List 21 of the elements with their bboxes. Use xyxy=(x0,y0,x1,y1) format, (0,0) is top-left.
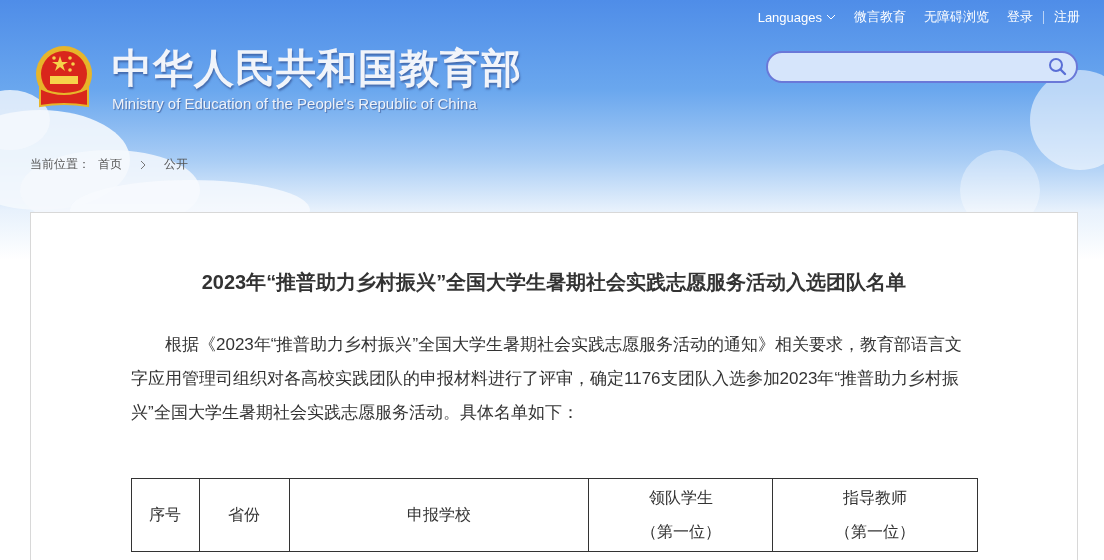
table-header-cell: 指导教师 （第一位） xyxy=(772,478,978,552)
search-field[interactable] xyxy=(766,51,1078,83)
caret-icon xyxy=(826,14,836,20)
table-header-cell: 领队学生 （第一位） xyxy=(588,478,773,552)
table-header-cell: 申报学校 xyxy=(289,478,589,552)
nav-link[interactable]: 注册 xyxy=(1054,8,1080,26)
languages-menu[interactable]: Languages xyxy=(757,9,836,25)
table-header-cell: 序号 xyxy=(131,478,200,552)
breadcrumb-link[interactable]: 公开 xyxy=(164,156,188,173)
search-icon[interactable] xyxy=(1048,57,1068,77)
nav-link[interactable]: 微言教育 xyxy=(854,8,906,26)
breadcrumb-label: 当前位置： xyxy=(30,156,90,173)
site-subtitle: Ministry of Education of the People's Republic of China xyxy=(112,94,478,112)
article-title: 2023年“推普助力乡村振兴”全国大学生暑期社会实践志愿服务活动入选团队名单 xyxy=(200,270,908,295)
chevron-icon xyxy=(140,159,146,170)
table-header-cell: 省份 xyxy=(199,478,290,552)
site-title: 中华人民共和国教育部 xyxy=(112,44,522,91)
breadcrumb-link[interactable]: 首页 xyxy=(98,156,122,173)
nav-link[interactable]: 登录 xyxy=(1007,8,1033,26)
article-paragraph: 根据《2023年“推普助力乡村振兴”全国大学生暑期社会实践志愿服务活动的通知》相关要求，教育部语言文字应用管理司组织对各高校实践团队的申报材料进行了评审，确定1176支团队入选参加2023年“推普助力乡村振兴”全国大学生暑期社会实践志愿服务活动。具体名单如下： xyxy=(131,334,964,424)
nav-link[interactable]: 无障碍浏览 xyxy=(924,8,989,26)
